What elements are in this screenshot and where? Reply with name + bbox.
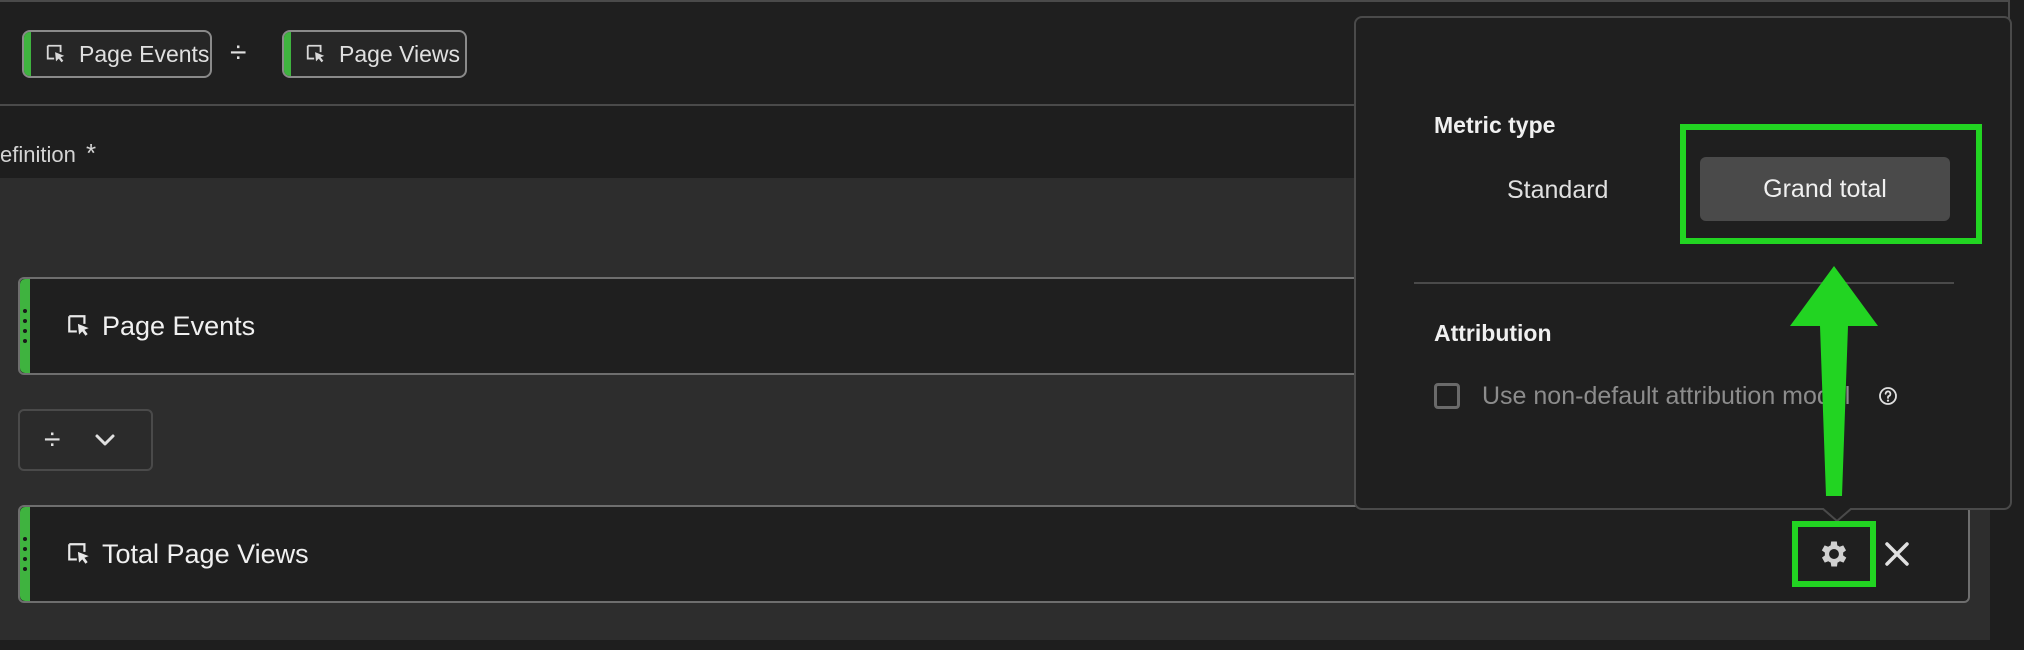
chip-label: Page Events (79, 40, 210, 67)
divide-icon: ÷ (44, 423, 61, 456)
drag-handle[interactable] (20, 279, 30, 373)
definition-row-total-page-views[interactable]: Total Page Views (18, 505, 1970, 603)
metric-pointer-icon (46, 44, 65, 63)
metric-settings-popover (1354, 16, 2012, 510)
operator-select[interactable]: ÷ (18, 409, 153, 471)
chip-color-bar (24, 32, 31, 76)
metric-pointer-icon (306, 44, 325, 63)
drag-handle[interactable] (20, 507, 30, 601)
arrow-up-icon (1790, 266, 1878, 496)
popover-pointer (1822, 508, 1852, 522)
metric-type-heading: Metric type (1434, 112, 1556, 138)
definition-label-text: efinition (0, 142, 76, 167)
segment-standard[interactable]: Standard (1507, 176, 1608, 205)
chip-label: Page Views (339, 40, 461, 67)
required-mark: * (85, 138, 97, 168)
close-icon[interactable] (1882, 539, 1912, 569)
metric-pointer-icon (68, 543, 89, 564)
divide-icon: ÷ (230, 36, 247, 69)
attribution-heading: Attribution (1434, 320, 1552, 346)
row-label: Total Page Views (102, 538, 309, 569)
formula-chip-page-views[interactable]: Page Views (282, 30, 467, 78)
attribution-model-checkbox[interactable] (1434, 383, 1460, 409)
chip-color-bar (284, 32, 291, 76)
annotation-highlight-gear (1792, 521, 1876, 587)
annotation-highlight-grand-total (1680, 124, 1982, 244)
formula-chip-page-events[interactable]: Page Events (22, 30, 212, 78)
chevron-down-icon (95, 434, 115, 446)
definition-label: efinition * (0, 138, 96, 169)
metric-pointer-icon (68, 315, 89, 336)
row-label: Page Events (102, 310, 256, 341)
